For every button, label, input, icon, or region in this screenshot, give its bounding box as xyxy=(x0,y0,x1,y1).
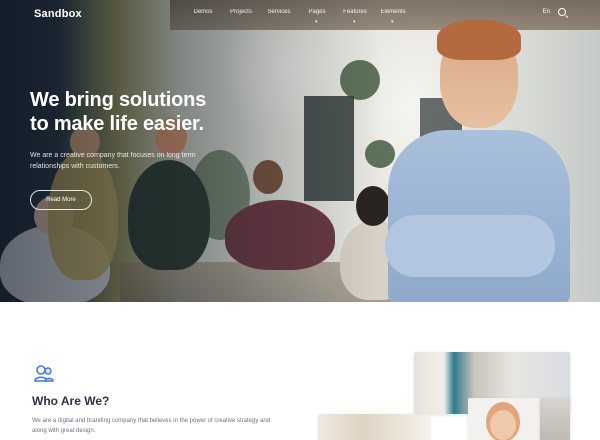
hero-title-line-1: We bring solutions xyxy=(30,89,207,111)
menu-item-pages[interactable]: Pages ▾ xyxy=(298,9,336,25)
main-menu: Demos Projects Services Pages ▾ Features ▾… xyxy=(184,9,412,25)
team-icon xyxy=(34,365,54,382)
read-more-button[interactable]: Read More xyxy=(30,190,92,210)
menu-item-demos[interactable]: Demos xyxy=(184,9,222,15)
top-navbar: Sandbox Demos Projects Services Pages ▾ F… xyxy=(0,0,600,28)
about-title: Who Are We? xyxy=(32,394,110,408)
collage-photo-desk xyxy=(318,414,430,440)
menu-item-label: Projects xyxy=(230,9,252,15)
site-logo[interactable]: Sandbox xyxy=(34,8,82,20)
menu-item-elements[interactable]: Elements ▾ xyxy=(374,9,412,25)
menu-item-label: Services xyxy=(267,9,291,15)
about-image-collage xyxy=(318,352,570,440)
menu-item-label: Features xyxy=(343,9,367,15)
menu-item-features[interactable]: Features ▾ xyxy=(336,9,374,25)
collage-photo-woman xyxy=(468,398,540,440)
hero-subtitle: We are a creative company that focuses o… xyxy=(30,152,196,170)
hero-title: We bring solutions to make life easier. xyxy=(30,88,280,136)
search-icon[interactable] xyxy=(558,8,566,16)
menu-item-label: Pages xyxy=(308,9,326,15)
language-selector[interactable]: En xyxy=(543,9,550,15)
chevron-down-icon: ▾ xyxy=(315,19,318,25)
chevron-down-icon: ▾ xyxy=(353,19,356,25)
about-text: We are a digital and branding company th… xyxy=(32,418,271,434)
hero-title-line-2: to make life easier. xyxy=(30,113,204,135)
hero-section: Sandbox Demos Projects Services Pages ▾ F… xyxy=(0,0,600,302)
nav-actions: En xyxy=(543,8,566,16)
menu-item-label: Elements xyxy=(380,9,406,15)
chevron-down-icon: ▾ xyxy=(391,19,394,25)
menu-item-projects[interactable]: Projects xyxy=(222,9,260,15)
menu-item-services[interactable]: Services xyxy=(260,9,298,15)
collage-photo-people xyxy=(540,398,570,440)
menu-item-label: Demos xyxy=(193,9,213,15)
